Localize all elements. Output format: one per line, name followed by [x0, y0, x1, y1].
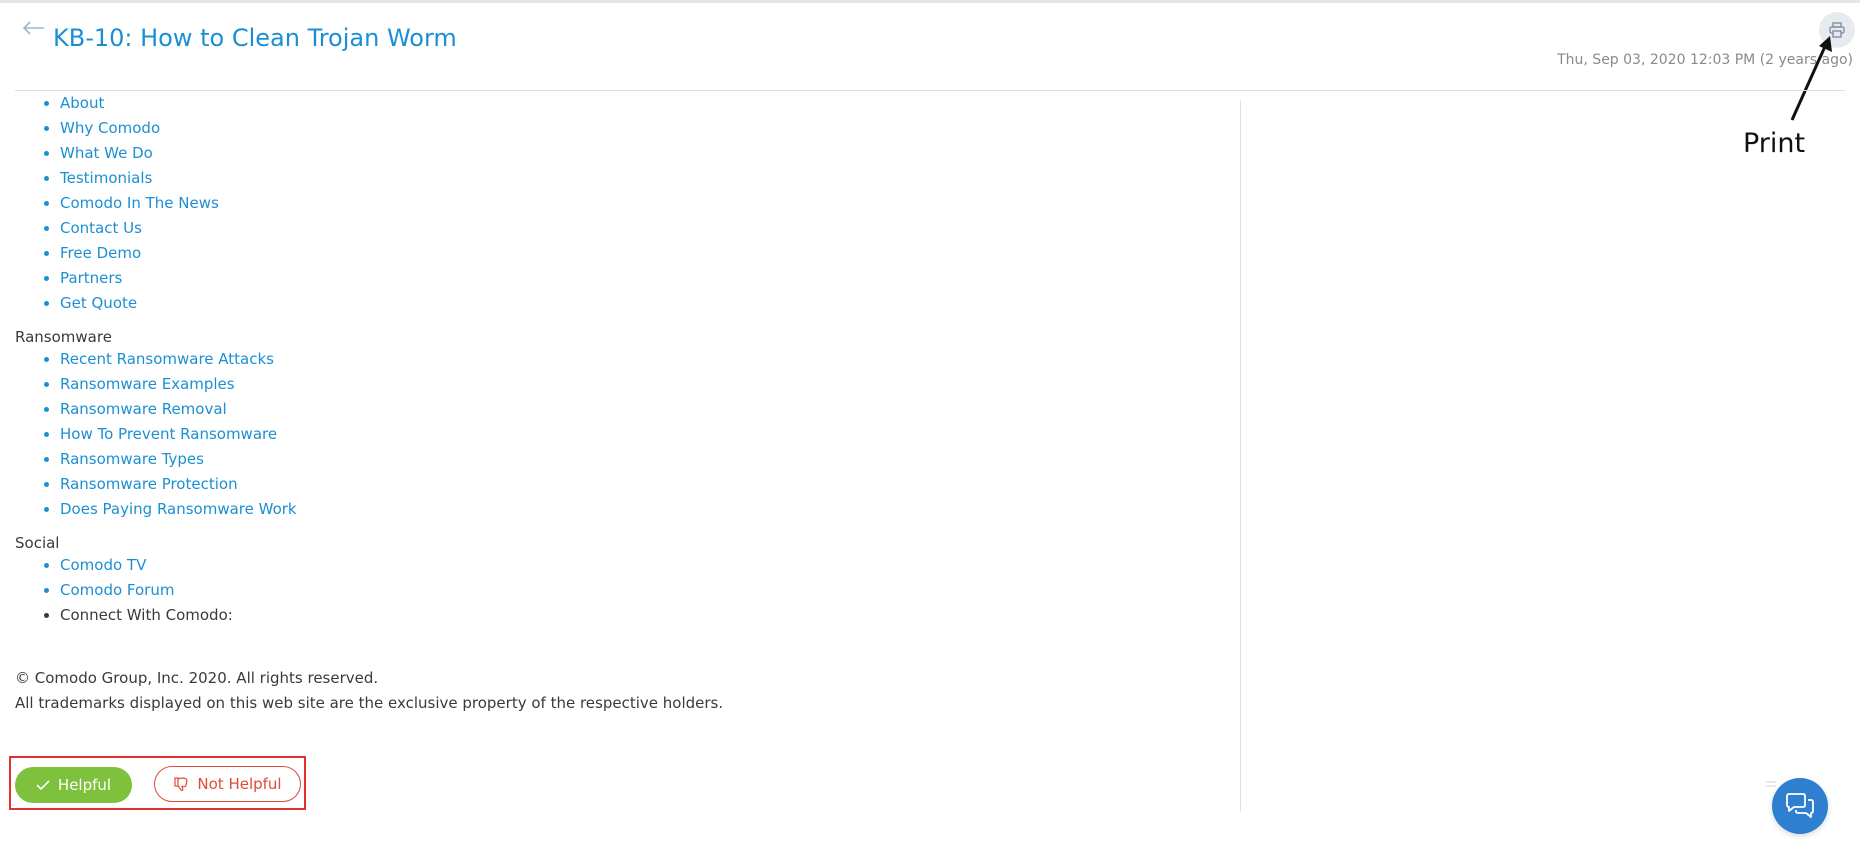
- annotation-arrow-icon: [1790, 36, 1832, 121]
- chat-bubbles-icon: [1786, 793, 1814, 818]
- list-item-link[interactable]: Ransomware Protection: [60, 472, 1215, 497]
- ransomware-links-list: Recent Ransomware Attacks Ransomware Exa…: [15, 347, 1215, 522]
- top-border: [0, 0, 1860, 3]
- list-item-link[interactable]: Free Demo: [60, 241, 1215, 266]
- list-item-link[interactable]: Ransomware Removal: [60, 397, 1215, 422]
- page-footer: © Comodo Group, Inc. 2020. All rights re…: [15, 666, 1215, 716]
- not-helpful-label: Not Helpful: [197, 775, 282, 793]
- list-item-link[interactable]: Ransomware Examples: [60, 372, 1215, 397]
- scroll-indicator-icon: [1766, 781, 1776, 787]
- list-item-link[interactable]: Ransomware Types: [60, 447, 1215, 472]
- about-links-list: About Why Comodo What We Do Testimonials…: [15, 91, 1215, 316]
- sidebar-divider: [1240, 100, 1241, 812]
- copyright-text: © Comodo Group, Inc. 2020. All rights re…: [15, 669, 379, 687]
- trademark-text: All trademarks displayed on this web sit…: [15, 694, 724, 712]
- social-links-list: Comodo TV Comodo Forum Connect With Como…: [15, 553, 1215, 628]
- helpful-button[interactable]: Helpful: [15, 767, 132, 803]
- list-item-link[interactable]: Get Quote: [60, 291, 1215, 316]
- not-helpful-button[interactable]: Not Helpful: [154, 766, 301, 802]
- list-item-text: Connect With Comodo:: [60, 603, 1215, 628]
- list-item-link[interactable]: Testimonials: [60, 166, 1215, 191]
- back-arrow-icon[interactable]: [20, 14, 48, 42]
- social-heading: Social: [15, 534, 60, 552]
- article-content: About Why Comodo What We Do Testimonials…: [15, 91, 1215, 731]
- list-item-link[interactable]: Does Paying Ransomware Work: [60, 497, 1215, 522]
- list-item-link[interactable]: How To Prevent Ransomware: [60, 422, 1215, 447]
- list-item-link[interactable]: Partners: [60, 266, 1215, 291]
- chat-button[interactable]: [1772, 778, 1828, 834]
- list-item-link[interactable]: Comodo In The News: [60, 191, 1215, 216]
- list-item-link[interactable]: Contact Us: [60, 216, 1215, 241]
- helpful-label: Helpful: [57, 776, 112, 794]
- list-item-link[interactable]: Recent Ransomware Attacks: [60, 347, 1215, 372]
- check-icon: [36, 780, 50, 791]
- ransomware-heading: Ransomware: [15, 328, 112, 346]
- thumbs-down-icon: [174, 777, 188, 792]
- annotation-label: Print: [1743, 128, 1806, 159]
- page-title: KB-10: How to Clean Trojan Worm: [53, 24, 457, 52]
- list-item-link[interactable]: What We Do: [60, 141, 1215, 166]
- list-item-link[interactable]: About: [60, 91, 1215, 116]
- list-item-link[interactable]: Comodo TV: [60, 553, 1215, 578]
- list-item-link[interactable]: Comodo Forum: [60, 578, 1215, 603]
- list-item-link[interactable]: Why Comodo: [60, 116, 1215, 141]
